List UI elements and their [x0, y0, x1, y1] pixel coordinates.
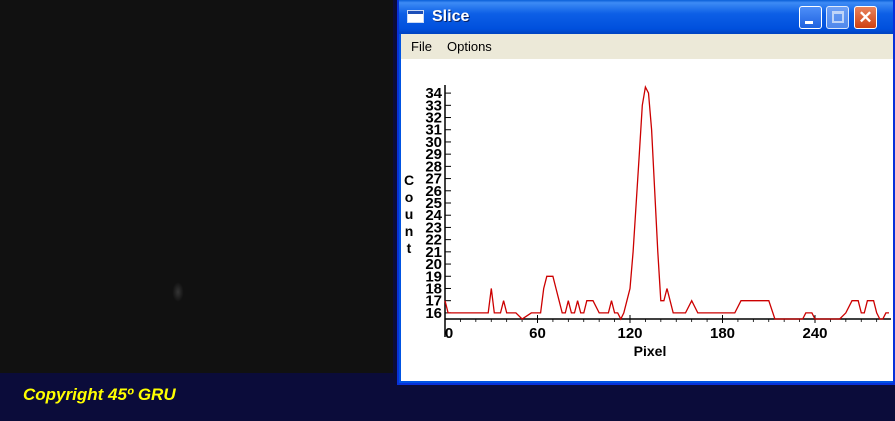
x-tick-label: 240	[802, 325, 827, 342]
y-axis-title-letter: o	[405, 189, 414, 205]
series-line	[444, 84, 889, 321]
menu-file[interactable]: File	[411, 39, 432, 54]
x-tick-label: 120	[617, 325, 642, 342]
plot-area: 16 17 18 19 20 21 22 23 24 25 26 27 28 29 30 31 32 33 34 0 6…	[401, 59, 893, 381]
x-tick-label: 0	[445, 325, 453, 342]
minimize-button[interactable]	[799, 6, 822, 29]
y-axis-title-letter: u	[405, 206, 414, 222]
x-tick-label: 180	[710, 325, 735, 342]
camera-view	[0, 0, 393, 373]
menu-options[interactable]: Options	[447, 39, 492, 54]
y-axis-title-letter: n	[405, 223, 414, 239]
menu-bar: File Options	[401, 34, 893, 59]
close-icon: ✕	[858, 8, 873, 27]
copyright-text: Copyright 45º GRU	[23, 385, 176, 404]
minimize-icon	[805, 21, 813, 24]
x-axis-title: Pixel	[634, 343, 667, 359]
y-tick-label: 34	[425, 85, 442, 102]
slice-window[interactable]: Slice ✕ File Options 16 17 18 19 20 21 22 23 24 2…	[397, 0, 895, 385]
title-bar[interactable]: Slice ✕	[399, 0, 893, 34]
window-title: Slice	[432, 8, 470, 25]
close-button[interactable]: ✕	[854, 6, 877, 29]
y-axis-title-letter: t	[407, 240, 412, 256]
y-axis-title-letter: C	[404, 172, 414, 188]
window-icon	[407, 10, 424, 23]
x-tick-label: 60	[529, 325, 546, 342]
slice-chart: 161718192021222324252627282930313233340 6…	[404, 84, 891, 359]
maximize-button[interactable]	[826, 6, 849, 29]
maximize-icon	[832, 11, 844, 23]
